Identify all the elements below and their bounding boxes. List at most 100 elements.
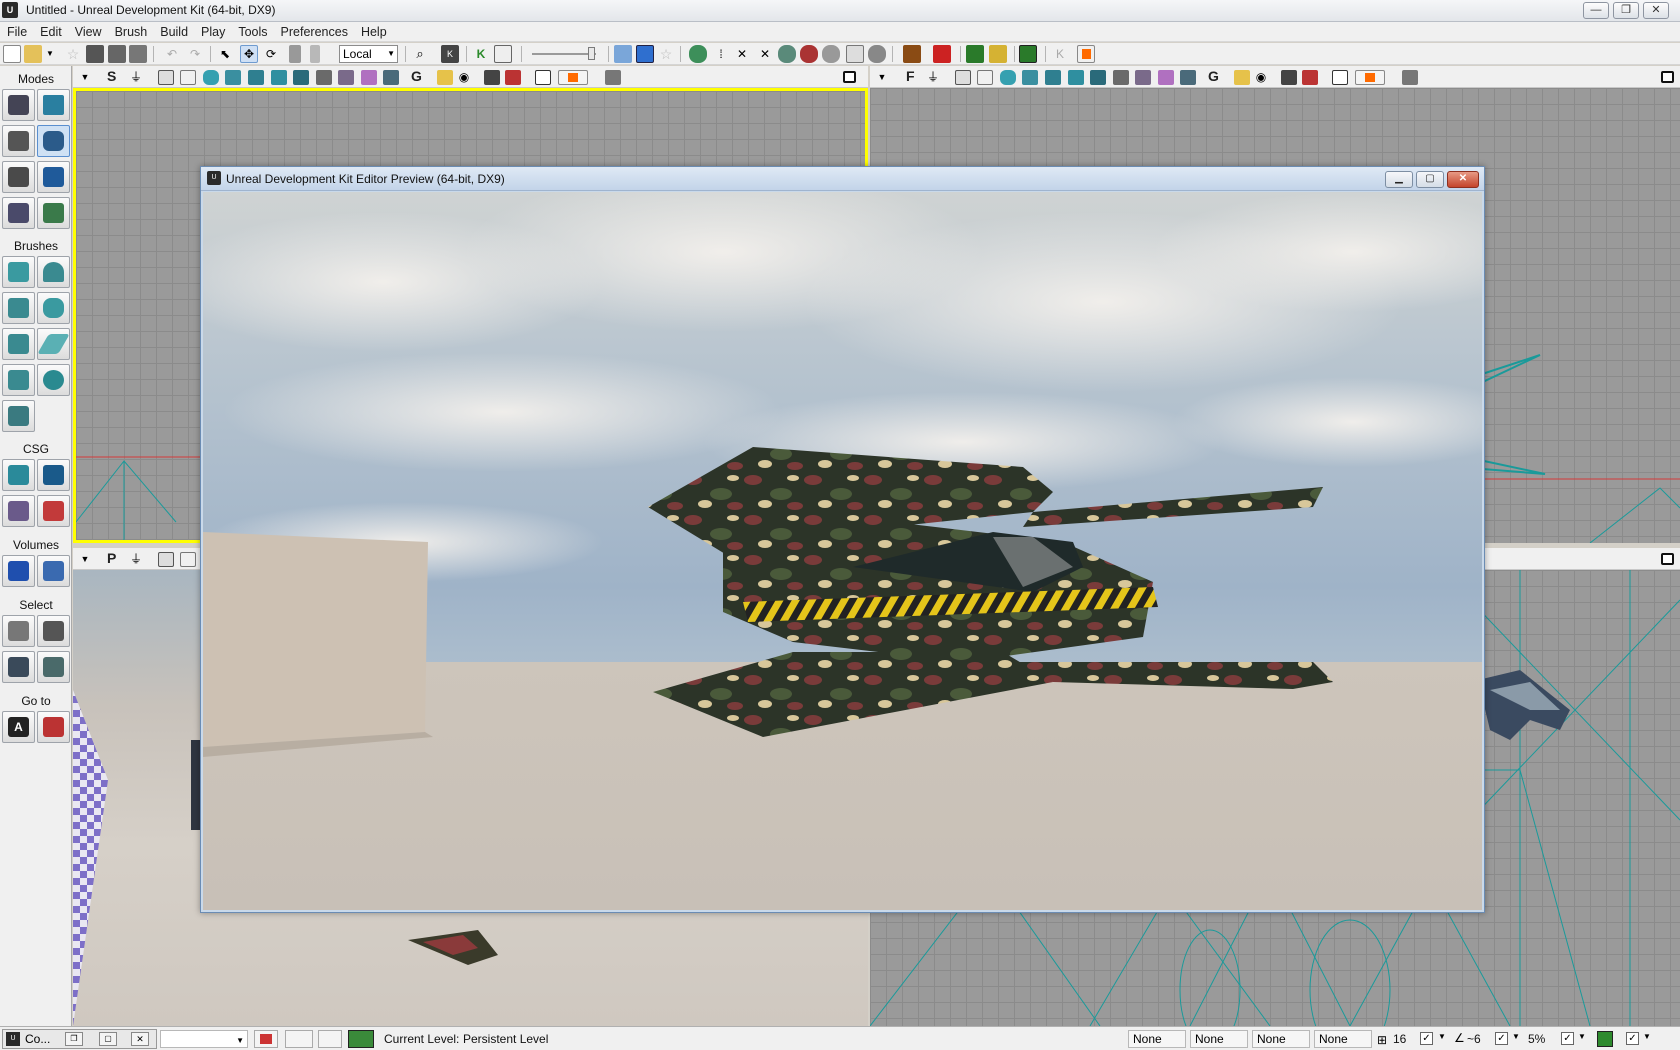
translate-mode-icon[interactable]: ✥ bbox=[240, 45, 258, 63]
translate-brush-mode-button[interactable] bbox=[37, 125, 70, 157]
chevron-down-icon[interactable]: ▼ bbox=[1512, 1032, 1520, 1041]
rotation-snap-value[interactable]: ~6 bbox=[1467, 1032, 1481, 1046]
save-icon[interactable] bbox=[86, 45, 104, 63]
volume-type-button[interactable] bbox=[37, 555, 70, 587]
preview-maximize-button[interactable]: ▢ bbox=[1416, 171, 1444, 188]
maximize-viewport-icon[interactable] bbox=[535, 70, 551, 85]
wireframe-mode-icon[interactable] bbox=[158, 552, 174, 567]
camera-speed-thumb[interactable] bbox=[588, 47, 595, 60]
build-cover-icon[interactable]: ✕ bbox=[756, 45, 774, 63]
binoculars-icon[interactable]: ⌕ bbox=[411, 45, 429, 63]
chevron-down-icon[interactable]: ▼ bbox=[1643, 1032, 1651, 1041]
eye-icon[interactable]: ◉ bbox=[1253, 70, 1269, 85]
autosave-icon[interactable] bbox=[285, 1030, 313, 1048]
game-view-toggle[interactable]: G bbox=[1208, 68, 1219, 84]
viewport-icon[interactable] bbox=[846, 45, 864, 63]
current-level-icon[interactable] bbox=[348, 1030, 374, 1048]
csg-intersect-button[interactable] bbox=[2, 495, 35, 527]
favorite-icon[interactable]: ☆ bbox=[64, 45, 82, 63]
cone-brush-button[interactable] bbox=[37, 256, 70, 288]
camera-mode-button[interactable] bbox=[2, 89, 35, 121]
lighting-only-icon[interactable] bbox=[1068, 70, 1084, 85]
save-all-levels-icon[interactable] bbox=[129, 45, 147, 63]
viewport-options-dropdown-icon[interactable]: ▼ bbox=[77, 552, 93, 567]
select-all-button[interactable] bbox=[2, 651, 35, 683]
play-from-here-icon[interactable] bbox=[505, 70, 521, 85]
rotation-snap-checkbox[interactable]: ✓ bbox=[1495, 1032, 1508, 1045]
level-streaming-icon[interactable] bbox=[318, 1030, 342, 1048]
new-file-icon[interactable] bbox=[3, 45, 21, 63]
goto-actor-button[interactable]: A bbox=[2, 711, 35, 743]
actor-lock-icon[interactable] bbox=[1281, 70, 1297, 85]
scale-snap-checkbox[interactable]: ✓ bbox=[1561, 1032, 1574, 1045]
matinee-icon[interactable] bbox=[903, 45, 921, 63]
volumetric-brush-button[interactable] bbox=[2, 400, 35, 432]
viewport-maximize-icon[interactable] bbox=[843, 71, 856, 83]
chevron-down-icon[interactable]: ▼ bbox=[1438, 1032, 1446, 1041]
show-selected-button[interactable] bbox=[2, 615, 35, 647]
menu-brush[interactable]: Brush bbox=[108, 22, 154, 42]
sphere-brush-button[interactable] bbox=[37, 364, 70, 396]
camera-speed-slider[interactable] bbox=[532, 53, 596, 55]
editor-preview-window[interactable]: U Unreal Development Kit Editor Preview … bbox=[200, 166, 1485, 913]
content-browser-icon[interactable]: K bbox=[472, 45, 490, 63]
lightmap-density-icon[interactable] bbox=[361, 70, 377, 85]
realtime-toggle-icon[interactable] bbox=[558, 70, 588, 85]
sound-icon[interactable] bbox=[868, 45, 886, 63]
viewport-maximize-icon[interactable] bbox=[1661, 71, 1674, 83]
menu-build[interactable]: Build bbox=[153, 22, 194, 42]
play-on-console-icon[interactable] bbox=[989, 45, 1007, 63]
viewport-type-label[interactable]: S bbox=[107, 68, 116, 84]
detail-lighting-icon[interactable] bbox=[1045, 70, 1061, 85]
goto-builder-brush-button[interactable] bbox=[37, 711, 70, 743]
play-from-here-icon[interactable] bbox=[1302, 70, 1318, 85]
viewport-type-label[interactable]: F bbox=[906, 68, 915, 84]
realtime-toggle-icon[interactable] bbox=[1355, 70, 1385, 85]
console-panel[interactable]: U Co... ❐ ▢ ✕ bbox=[2, 1029, 157, 1049]
orange-toggle-container-icon[interactable] bbox=[1077, 45, 1095, 63]
scale-nonuniform-icon[interactable] bbox=[310, 45, 320, 63]
grid-size-value[interactable]: 16 bbox=[1393, 1032, 1406, 1046]
light-complexity-icon[interactable] bbox=[293, 70, 309, 85]
csg-add-button[interactable] bbox=[2, 459, 35, 491]
foliage-mode-button[interactable] bbox=[37, 197, 70, 229]
lighting-only-icon[interactable] bbox=[271, 70, 287, 85]
preview-close-button[interactable]: ✕ bbox=[1447, 171, 1479, 188]
menu-file[interactable]: File bbox=[0, 22, 33, 42]
play-on-pc-icon[interactable] bbox=[966, 45, 984, 63]
shader-complexity-icon[interactable] bbox=[338, 70, 354, 85]
game-view-toggle[interactable]: G bbox=[411, 68, 422, 84]
unlit-mode-icon[interactable] bbox=[1000, 70, 1016, 85]
wireframe-mode-icon[interactable] bbox=[955, 70, 971, 85]
menu-play[interactable]: Play bbox=[194, 22, 231, 42]
cube-brush-button[interactable] bbox=[2, 256, 35, 288]
sheet-brush-button[interactable] bbox=[37, 328, 70, 360]
lock-icon[interactable] bbox=[1234, 70, 1250, 85]
chevron-down-icon[interactable]: ▼ bbox=[1578, 1032, 1586, 1041]
eye-icon[interactable]: ◉ bbox=[456, 70, 472, 85]
texture-density-icon[interactable] bbox=[1113, 70, 1129, 85]
hide-selected-button[interactable] bbox=[37, 615, 70, 647]
build-paths-icon[interactable]: ✕ bbox=[733, 45, 751, 63]
command-input[interactable]: ▼ bbox=[160, 1030, 248, 1048]
recent-files-dropdown-icon[interactable]: ▼ bbox=[44, 45, 56, 63]
scale-snap-value[interactable]: 5% bbox=[1528, 1032, 1545, 1046]
wireframe-mode-icon[interactable] bbox=[158, 70, 174, 85]
build-geometry-icon[interactable] bbox=[689, 45, 707, 63]
autosave-status-icon[interactable] bbox=[1597, 1031, 1613, 1047]
spiral-stair-brush-button[interactable] bbox=[2, 364, 35, 396]
swarm-icon[interactable] bbox=[822, 45, 840, 63]
brush-wireframe-icon[interactable] bbox=[180, 70, 196, 85]
invert-selection-button[interactable] bbox=[37, 651, 70, 683]
console-restore-icon[interactable]: ❐ bbox=[65, 1032, 83, 1046]
build-lighting-icon[interactable]: ⁞ bbox=[712, 45, 730, 63]
menu-preferences[interactable]: Preferences bbox=[274, 22, 354, 42]
redo-icon[interactable]: ↷ bbox=[186, 45, 204, 63]
brush-wireframe-icon[interactable] bbox=[180, 552, 196, 567]
landscape-mode-button[interactable] bbox=[2, 197, 35, 229]
preview-title-bar[interactable]: U Unreal Development Kit Editor Preview … bbox=[201, 167, 1484, 191]
menu-edit[interactable]: Edit bbox=[33, 22, 68, 42]
realtime-preview-icon[interactable] bbox=[614, 45, 632, 63]
menu-view[interactable]: View bbox=[68, 22, 108, 42]
viewport-options-dropdown-icon[interactable]: ▼ bbox=[874, 70, 890, 85]
